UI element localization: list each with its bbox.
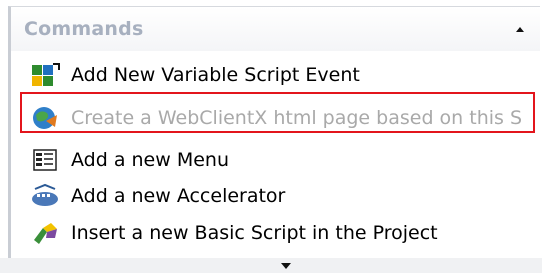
- command-add-variable-script-event[interactable]: Add New Variable Script Event: [31, 60, 360, 90]
- chevron-down-icon[interactable]: [281, 263, 291, 269]
- bottom-scroll-strip: [0, 258, 542, 273]
- command-label: Create a WebClientX html page based on t…: [71, 107, 523, 129]
- webclientx-page-icon: [31, 104, 65, 132]
- variable-script-event-icon: [31, 61, 65, 89]
- chevron-up-icon[interactable]: [516, 26, 524, 32]
- commands-title: Commands: [24, 18, 144, 40]
- command-add-menu[interactable]: Add a new Menu: [31, 145, 229, 175]
- command-label: Add New Variable Script Event: [71, 64, 360, 86]
- basic-script-icon: [31, 219, 65, 247]
- command-label: Insert a new Basic Script in the Project: [71, 222, 438, 244]
- command-create-webclientx-page[interactable]: Create a WebClientX html page based on t…: [31, 103, 522, 133]
- command-insert-basic-script[interactable]: Insert a new Basic Script in the Project: [31, 218, 438, 248]
- command-add-accelerator[interactable]: Add a new Accelerator: [31, 181, 285, 211]
- commands-header[interactable]: Commands: [11, 7, 540, 51]
- accelerator-icon: [31, 182, 65, 210]
- commands-panel: Commands Add New Variable Script Event C…: [8, 6, 540, 258]
- command-label: Add a new Menu: [71, 149, 229, 171]
- menu-icon: [31, 146, 65, 174]
- command-label: Add a new Accelerator: [71, 185, 286, 207]
